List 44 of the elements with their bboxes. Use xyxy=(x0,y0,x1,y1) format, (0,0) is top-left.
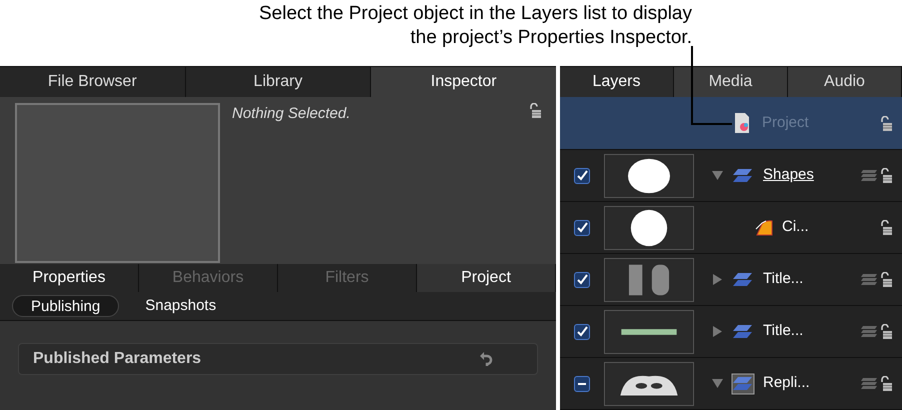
layer-row[interactable]: Title... xyxy=(560,306,902,358)
document-icon xyxy=(734,112,750,134)
collapsed-triangle-icon[interactable] xyxy=(712,274,723,285)
panel-tab[interactable]: Audio xyxy=(788,67,902,97)
layer-row[interactable]: Title... xyxy=(560,254,902,306)
checkbox[interactable] xyxy=(574,376,590,392)
unlocked-padlock-icon[interactable] xyxy=(880,272,892,287)
checkbox[interactable] xyxy=(574,220,590,236)
unlocked-padlock-icon[interactable] xyxy=(529,103,541,118)
status-text: Nothing Selected. xyxy=(232,104,352,124)
panel-tab[interactable]: Media xyxy=(674,67,788,97)
unlocked-padlock-icon[interactable] xyxy=(880,116,892,130)
layer-name: Repli... xyxy=(763,373,810,394)
framed-layers-icon xyxy=(731,372,755,394)
category-tab[interactable]: Properties xyxy=(0,264,139,292)
unlocked-padlock-icon[interactable] xyxy=(880,168,892,183)
layer-name: Title... xyxy=(763,321,804,342)
checkbox[interactable] xyxy=(574,324,590,340)
checkbox[interactable] xyxy=(574,272,590,288)
checkbox[interactable] xyxy=(574,168,590,184)
category-tab[interactable]: Project xyxy=(417,264,556,292)
layer-row[interactable]: Shapes xyxy=(560,150,902,202)
panel-tab[interactable]: Layers xyxy=(560,67,674,97)
layer-name: Ci... xyxy=(782,217,809,238)
layer-name: Title... xyxy=(763,269,804,290)
expanded-triangle-icon[interactable] xyxy=(712,378,723,389)
collapsed-triangle-icon[interactable] xyxy=(712,326,723,337)
shape-icon xyxy=(754,218,774,236)
panel-tab[interactable]: Library xyxy=(186,67,372,97)
unlocked-padlock-icon[interactable] xyxy=(880,324,892,339)
layer-row[interactable]: Repli... xyxy=(560,358,902,410)
sub-tab[interactable]: Publishing xyxy=(12,295,120,317)
unlocked-padlock-icon[interactable] xyxy=(880,376,892,391)
panel-tab[interactable]: Inspector xyxy=(371,67,556,97)
reset-icon[interactable] xyxy=(479,351,493,367)
layer-name: Project xyxy=(762,112,810,133)
layer-row[interactable]: Ci... xyxy=(560,202,902,254)
sub-tab[interactable]: Snapshots xyxy=(127,295,234,317)
layer-name: Shapes xyxy=(763,165,814,186)
section-title: Published Parameters xyxy=(33,349,202,369)
panel-tab[interactable]: File Browser xyxy=(0,67,186,97)
unlocked-padlock-icon[interactable] xyxy=(880,220,892,235)
callout-text: Select the Project object in the Layers list to display the project’s Properties Inspector. xyxy=(258,2,692,50)
expanded-triangle-icon[interactable] xyxy=(712,170,723,181)
